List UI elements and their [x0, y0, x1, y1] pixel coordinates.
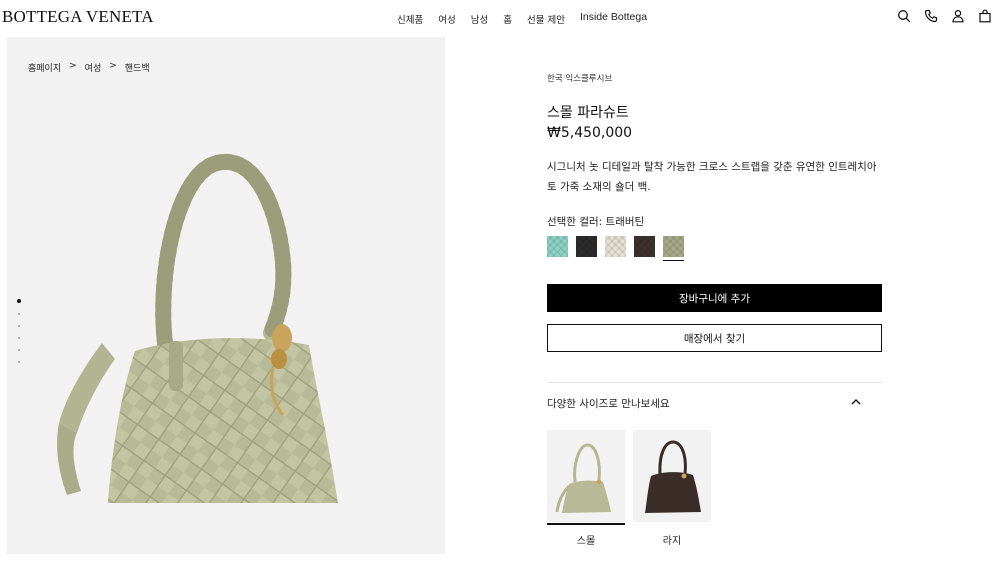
color-swatch[interactable] [663, 236, 684, 257]
gallery-dot[interactable] [18, 313, 20, 315]
product-image-gallery[interactable]: 홈페이지 > 여성 > 핸드백 [7, 37, 445, 554]
size-label: 라지 [662, 535, 682, 547]
size-section-title[interactable]: 다양한 사이즈로 만나보세요 [547, 396, 670, 411]
breadcrumb-women[interactable]: 여성 [85, 61, 102, 74]
selected-color-label: 선택한 컬러: 트래버틴 [547, 216, 645, 228]
nav-item-women[interactable]: 여성 [438, 12, 455, 26]
color-swatch[interactable] [576, 236, 597, 257]
breadcrumb-separator: > [69, 61, 77, 71]
color-swatch-option[interactable] [547, 236, 568, 257]
product-image [57, 153, 338, 503]
size-option-large[interactable]: 라지 [633, 430, 711, 547]
size-option-small[interactable]: 스몰 [547, 430, 625, 547]
product-price: ₩5,450,000 [547, 125, 633, 141]
shopping-bag-icon[interactable] [978, 9, 992, 23]
header-icons [897, 9, 992, 23]
color-swatch[interactable] [634, 236, 655, 257]
site-header: BOTTEGA VENETA 신제품 여성 남성 홈 선물 제안 Inside … [0, 0, 1000, 36]
size-options: 스몰 라지 [547, 430, 711, 547]
search-icon[interactable] [897, 9, 911, 23]
size-label: 스몰 [576, 535, 596, 547]
size-thumbnail[interactable] [547, 430, 625, 522]
color-swatch-option[interactable] [576, 236, 597, 257]
nav-item-gifts[interactable]: 선물 제안 [527, 12, 565, 26]
gallery-dot[interactable] [17, 299, 21, 303]
size-thumbnail[interactable] [633, 430, 711, 522]
gallery-dot[interactable] [18, 349, 20, 351]
color-swatch-option[interactable] [663, 236, 684, 261]
main-nav: 신제품 여성 남성 홈 선물 제안 Inside Bottega [397, 11, 647, 26]
product-description: 시그니처 놋 디테일과 탈착 가능한 크로스 스트랩을 갖춘 유연한 인트레치아… [547, 161, 877, 193]
color-swatch[interactable] [547, 236, 568, 257]
breadcrumb: 홈페이지 > 여성 > 핸드백 [28, 61, 150, 74]
selected-size-indicator [547, 523, 625, 525]
nav-item-new[interactable]: 신제품 [397, 12, 423, 26]
chevron-up-icon[interactable] [850, 396, 862, 408]
exclusive-badge: 한국 익스클루시브 [547, 74, 613, 84]
small-bag-thumbnail [555, 443, 611, 513]
size-indicator [633, 523, 711, 525]
nav-item-home[interactable]: 홈 [503, 12, 512, 26]
breadcrumb-separator: > [109, 61, 117, 71]
gallery-dot[interactable] [18, 361, 20, 363]
color-swatches [547, 236, 684, 261]
gallery-dot[interactable] [18, 325, 20, 327]
breadcrumb-handbags[interactable]: 핸드백 [125, 61, 150, 74]
nav-item-inside-bottega[interactable]: Inside Bottega [580, 11, 647, 26]
add-to-cart-button[interactable]: 장바구니에 추가 [547, 284, 882, 312]
brand-logo[interactable]: BOTTEGA VENETA [2, 7, 154, 27]
breadcrumb-home[interactable]: 홈페이지 [28, 61, 61, 74]
gallery-pagination [17, 299, 21, 363]
section-divider [547, 382, 882, 383]
color-swatch-option[interactable] [634, 236, 655, 257]
color-swatch-option[interactable] [605, 236, 626, 257]
gallery-dot[interactable] [18, 337, 20, 339]
color-swatch[interactable] [605, 236, 626, 257]
product-title: 스몰 파라슈트 [547, 105, 629, 121]
account-icon[interactable] [951, 9, 965, 23]
find-in-store-button[interactable]: 매장에서 찾기 [547, 324, 882, 352]
phone-icon[interactable] [924, 9, 938, 23]
large-bag-thumbnail [645, 440, 701, 513]
nav-item-men[interactable]: 남성 [471, 12, 488, 26]
